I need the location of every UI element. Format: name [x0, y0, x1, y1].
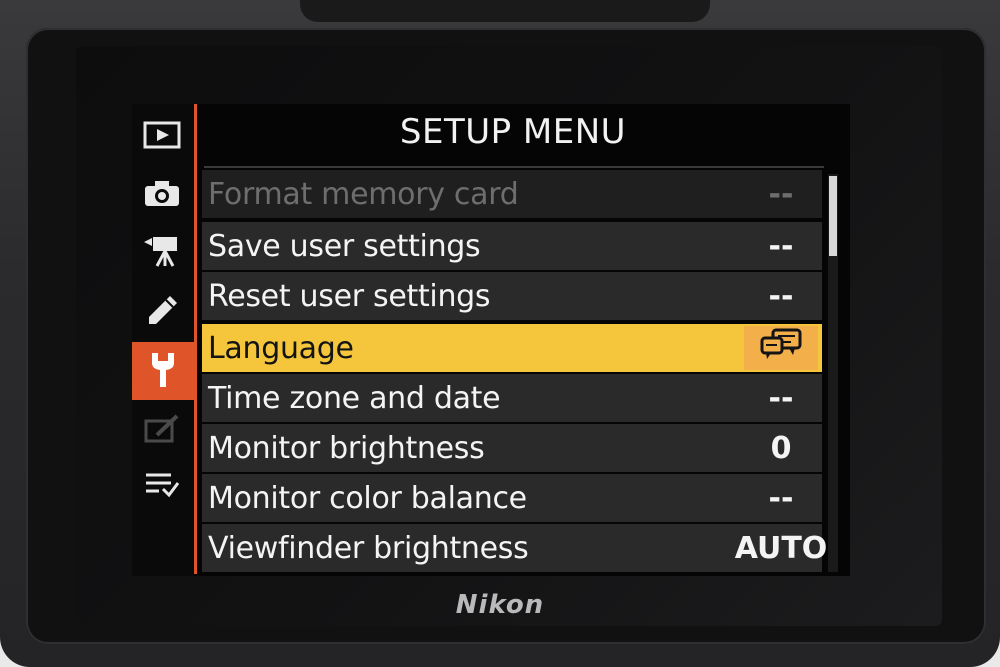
- tab-my-menu[interactable]: [132, 464, 192, 510]
- tab-photo-shooting[interactable]: [132, 172, 192, 218]
- menu-item-monitor-color-balance[interactable]: Monitor color balance --: [202, 474, 822, 522]
- menu-item-save-user-settings[interactable]: Save user settings --: [202, 222, 822, 270]
- rail-divider: [194, 104, 197, 574]
- tab-custom-settings[interactable]: [132, 290, 192, 336]
- scrollbar-thumb[interactable]: [829, 176, 837, 256]
- menu-item-value: --: [768, 176, 794, 212]
- menu-item-label: Language: [208, 330, 354, 366]
- tab-retouch[interactable]: [132, 408, 192, 454]
- menu-item-viewfinder-brightness[interactable]: Viewfinder brightness AUTO: [202, 524, 828, 572]
- menu-item-value: --: [768, 278, 794, 314]
- speech-bubbles-icon: [759, 327, 803, 369]
- menu-item-label: Viewfinder brightness: [208, 530, 529, 566]
- menu-item-reset-user-settings[interactable]: Reset user settings --: [202, 272, 822, 320]
- menu-item-value: --: [768, 480, 794, 516]
- my-menu-icon: [143, 469, 181, 506]
- menu-item-language[interactable]: Language: [202, 324, 822, 372]
- tab-playback[interactable]: [132, 114, 192, 160]
- menu-item-label: Reset user settings: [208, 278, 491, 314]
- retouch-icon: [143, 413, 181, 450]
- viewfinder-housing: [300, 0, 710, 22]
- brand-logo: Nikon: [455, 590, 545, 620]
- menu-item-label: Time zone and date: [208, 380, 501, 416]
- menu-item-monitor-brightness[interactable]: Monitor brightness 0: [202, 424, 822, 472]
- menu-item-value: --: [768, 228, 794, 264]
- menu-item-value: 0: [770, 430, 792, 466]
- menu-item-value: AUTO: [734, 530, 828, 566]
- wrench-icon: [148, 349, 178, 394]
- menu-item-label: Format memory card: [208, 176, 519, 212]
- menu-item-label: Monitor brightness: [208, 430, 485, 466]
- menu-item-time-zone-and-date[interactable]: Time zone and date --: [202, 374, 822, 422]
- tab-movie-shooting[interactable]: [132, 230, 192, 276]
- playback-icon: [143, 121, 181, 154]
- menu-item-format-memory-card[interactable]: Format memory card --: [202, 170, 822, 218]
- menu-item-value: [744, 326, 818, 370]
- camera-icon: [143, 178, 181, 213]
- tab-setup[interactable]: [132, 342, 194, 400]
- menu-item-label: Save user settings: [208, 228, 481, 264]
- menu-item-value: --: [768, 380, 794, 416]
- page-title: SETUP MENU: [399, 112, 627, 152]
- pencil-icon: [144, 293, 180, 334]
- menu-item-label: Monitor color balance: [208, 480, 527, 516]
- title-divider: [204, 166, 824, 168]
- movie-camera-icon: [142, 234, 182, 273]
